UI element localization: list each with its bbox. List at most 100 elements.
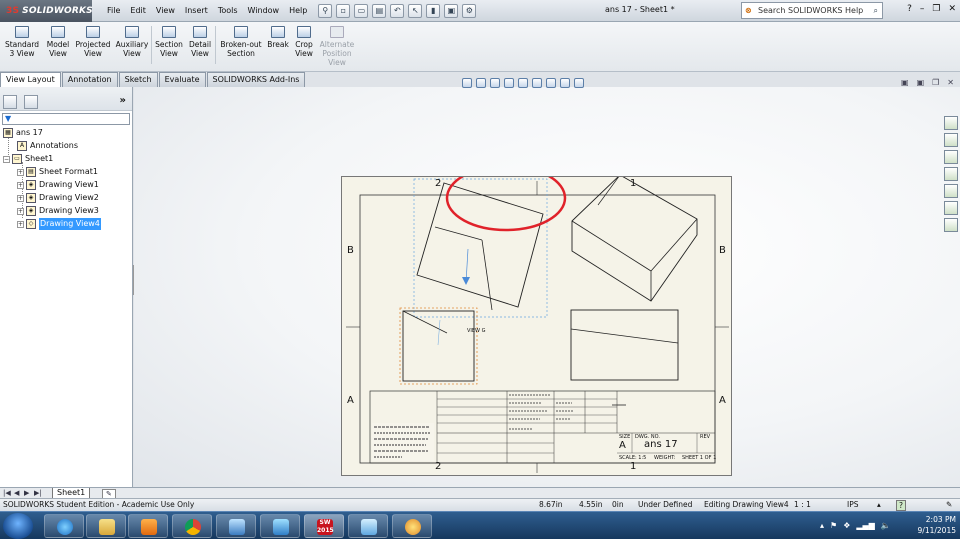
help-search-input[interactable]: ⊗ Search SOLIDWORKS Help ⌕ (741, 2, 883, 19)
viewport-restore-icon[interactable]: ❐ (932, 78, 939, 87)
last-sheet-icon[interactable]: ▶| (34, 489, 42, 497)
front-view-outline[interactable] (402, 310, 475, 382)
auxiliary-view-outline[interactable] (416, 182, 544, 308)
status-units[interactable]: IPS (847, 499, 859, 511)
view-orientation-icon[interactable] (532, 78, 542, 88)
menu-edit[interactable]: Edit (125, 6, 151, 15)
viewport-tile-icon[interactable]: ▣ (901, 78, 909, 87)
drawing-view-boundary-orange[interactable] (399, 307, 478, 385)
break-button[interactable]: Break (266, 26, 290, 49)
tab-annotation[interactable]: Annotation (61, 72, 118, 87)
chevron-right-icon[interactable]: » (120, 95, 126, 106)
collapse-icon[interactable]: − (3, 155, 10, 163)
tab-sketch[interactable]: Sketch (118, 72, 158, 87)
property-manager-tab-icon[interactable] (24, 95, 38, 109)
expand-icon[interactable]: + (17, 220, 24, 228)
solidworks-forum-icon[interactable] (944, 218, 958, 232)
right-view-outline[interactable] (570, 309, 679, 381)
taskbar-media-player[interactable] (128, 514, 168, 538)
menu-view[interactable]: View (151, 6, 180, 15)
tray-app-icon[interactable]: ❖ (843, 521, 850, 530)
viewport-tile-2-icon[interactable]: ▣ (917, 78, 925, 87)
section-view-toggle-icon[interactable] (504, 78, 514, 88)
network-signal-icon[interactable]: ▂▄▆ (856, 521, 874, 530)
tree-filter-input[interactable]: ▼ (2, 113, 130, 125)
close-icon[interactable]: ✕ (948, 4, 956, 14)
tree-node-root[interactable]: ▦ ans 17 (3, 127, 43, 139)
tree-node-sheet[interactable]: − ▭ Sheet1 (3, 153, 53, 165)
standard-3-view-button[interactable]: Standard 3 View (4, 26, 40, 58)
select-cursor-icon[interactable]: ↖ (408, 3, 423, 18)
tab-solidworks-add-ins[interactable]: SOLIDWORKS Add-Ins (206, 72, 306, 87)
open-folder-icon[interactable]: ▭ (354, 3, 369, 18)
drawing-view-4-boundary[interactable] (413, 178, 548, 318)
crop-view-button[interactable]: Crop View (293, 26, 315, 58)
dynamic-annotation-icon[interactable] (518, 78, 528, 88)
auxiliary-view-button[interactable]: Auxiliary View (115, 26, 149, 58)
viewport-close-icon[interactable]: ✕ (947, 78, 954, 87)
menu-help[interactable]: Help (284, 6, 312, 15)
restore-icon[interactable]: ❐ (932, 4, 940, 14)
action-center-flag-icon[interactable]: ⚑ (830, 521, 837, 530)
status-scale[interactable]: 1 : 1 (794, 499, 811, 511)
taskbar-internet-explorer[interactable] (44, 514, 84, 538)
projected-view-button[interactable]: Projected View (75, 26, 111, 58)
tab-evaluate[interactable]: Evaluate (158, 72, 206, 87)
tree-node-drawing-view-2[interactable]: + ◈ Drawing View2 (17, 192, 99, 204)
alternate-position-view-button[interactable]: Alternate Position View (318, 26, 356, 67)
units-up-arrow-icon[interactable]: ▴ (877, 499, 881, 511)
menu-tools[interactable]: Tools (213, 6, 243, 15)
solidworks-logo[interactable]: 3S SOLIDWORKS (0, 0, 93, 22)
detail-view-button[interactable]: Detail View (187, 26, 213, 58)
tree-node-drawing-view-3[interactable]: + ◈ Drawing View3 (17, 205, 99, 217)
view-palette-icon[interactable] (944, 167, 958, 181)
file-explorer-icon[interactable] (944, 150, 958, 164)
expand-icon[interactable]: + (17, 168, 24, 176)
model-view-button[interactable]: Model View (44, 26, 72, 58)
custom-properties-icon[interactable] (944, 201, 958, 215)
tab-view-layout[interactable]: View Layout (0, 72, 61, 87)
solidworks-resources-icon[interactable] (944, 116, 958, 130)
taskbar-app-window[interactable] (216, 514, 256, 538)
appearances-icon[interactable] (944, 184, 958, 198)
drawing-sheet[interactable]: 2 1 2 1 B B A A VIEW G SIZE DWG. NO. REV… (341, 176, 732, 476)
hide-show-items-icon[interactable] (560, 78, 570, 88)
status-feather-icon[interactable]: ✎ (946, 499, 952, 511)
expand-icon[interactable]: + (17, 194, 24, 202)
new-document-icon[interactable]: ▫ (336, 3, 351, 18)
tree-node-annotations[interactable]: A Annotations (17, 140, 78, 152)
taskbar-chrome[interactable] (172, 514, 212, 538)
isometric-view-outline[interactable] (571, 177, 698, 302)
display-style-icon[interactable] (546, 78, 556, 88)
tree-node-drawing-view-4[interactable]: + ◇ Drawing View4 (17, 218, 101, 230)
rebuild-icon[interactable]: ▮ (426, 3, 441, 18)
file-properties-icon[interactable]: ▣ (444, 3, 459, 18)
broken-out-section-button[interactable]: Broken-out Section (218, 26, 264, 58)
show-hidden-icons-icon[interactable]: ▴ (820, 521, 824, 530)
help-icon[interactable]: ? (896, 500, 906, 511)
section-view-button[interactable]: Section View (154, 26, 184, 58)
zoom-to-fit-icon[interactable] (462, 78, 472, 88)
windows-start-button[interactable] (3, 513, 33, 539)
taskbar-notes[interactable] (348, 514, 388, 538)
help-question-icon[interactable]: ? (907, 4, 912, 14)
first-sheet-icon[interactable]: |◀ (3, 489, 11, 497)
next-sheet-icon[interactable]: ▶ (24, 489, 29, 497)
taskbar-photos[interactable] (260, 514, 300, 538)
clock[interactable]: 2:03 PM 9/11/2015 (918, 514, 956, 536)
tree-node-drawing-view-1[interactable]: + ◈ Drawing View1 (17, 179, 99, 191)
taskbar-paint[interactable] (392, 514, 432, 538)
print-icon[interactable]: ▤ (372, 3, 387, 18)
undo-icon[interactable]: ↶ (390, 3, 405, 18)
zoom-to-area-icon[interactable] (476, 78, 486, 88)
expand-icon[interactable]: + (17, 207, 24, 215)
menu-file[interactable]: File (102, 6, 125, 15)
previous-view-icon[interactable] (490, 78, 500, 88)
taskbar-solidworks[interactable]: SW 2015 (304, 514, 344, 538)
expand-icon[interactable]: + (17, 181, 24, 189)
minimize-icon[interactable]: – (920, 4, 925, 14)
options-gear-icon[interactable]: ⚙ (462, 3, 477, 18)
tree-node-sheet-format[interactable]: + ▤ Sheet Format1 (17, 166, 98, 178)
design-library-icon[interactable] (944, 133, 958, 147)
search-icon[interactable]: ⌕ (874, 3, 878, 18)
